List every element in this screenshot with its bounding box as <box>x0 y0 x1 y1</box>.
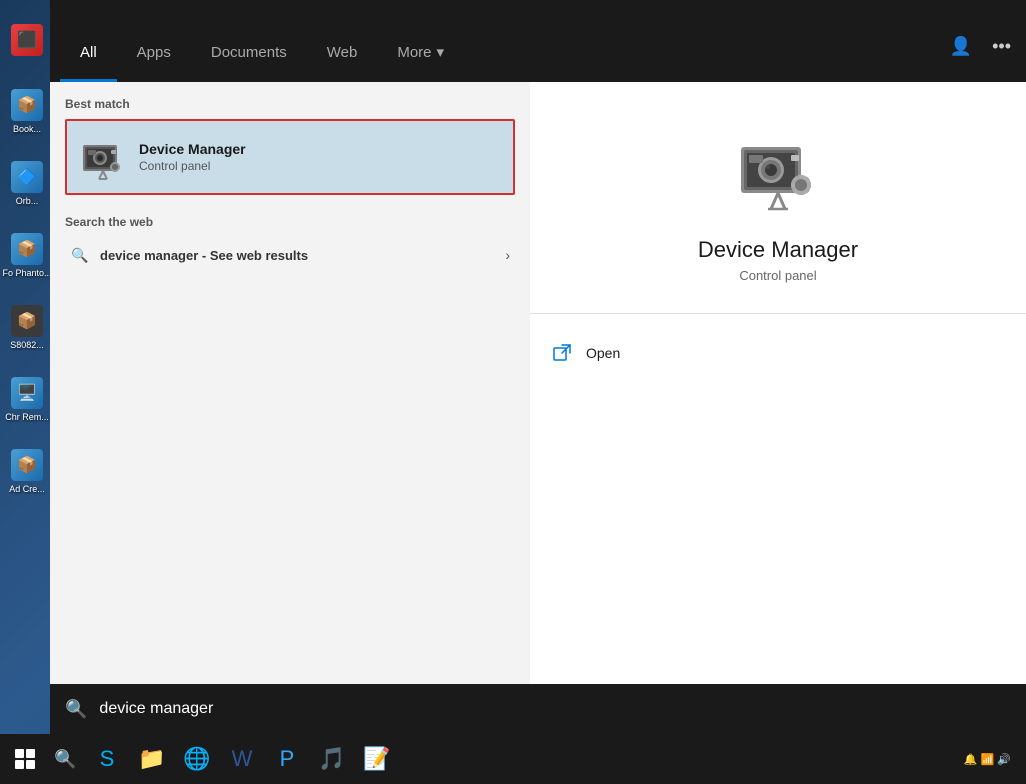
search-content: Best match <box>50 82 1026 734</box>
result-text: Device Manager Control panel <box>139 141 501 173</box>
device-manager-preview-icon <box>728 122 828 222</box>
more-options-button[interactable]: ••• <box>987 31 1016 62</box>
web-search-arrow-icon: › <box>505 247 510 263</box>
panel-divider <box>530 313 1026 314</box>
desktop-icon-5[interactable]: 🖥️ Chr Rem... <box>2 365 52 435</box>
right-panel: Device Manager Control panel Open <box>530 82 1026 734</box>
search-overlay: All Apps Documents Web More ▾ 👤 ••• <box>50 0 1026 734</box>
start-button[interactable] <box>5 739 45 779</box>
taskbar-itunes[interactable]: 🎵 <box>311 738 353 780</box>
open-label: Open <box>586 345 620 361</box>
desktop-icon-3[interactable]: 📦 Fo Phanto... <box>2 221 52 291</box>
desktop-icon-label-3: Fo Phanto... <box>2 268 51 279</box>
top-bar: All Apps Documents Web More ▾ 👤 ••• <box>50 0 1026 82</box>
device-manager-result[interactable]: Device Manager Control panel <box>65 119 515 195</box>
desktop-icon-4[interactable]: 📦 S8082... <box>2 293 52 363</box>
taskbar-time: 🔔 📶 🔊 <box>964 753 1011 766</box>
tab-documents[interactable]: Documents <box>191 34 307 82</box>
tab-more[interactable]: More ▾ <box>377 33 464 82</box>
open-icon <box>550 341 574 365</box>
taskbar-docs[interactable]: 📝 <box>356 738 398 780</box>
open-action[interactable]: Open <box>530 329 1026 377</box>
desktop-icon-1[interactable]: 📦 Book... <box>2 77 52 147</box>
desktop-icon-6[interactable]: 📦 Ad Cre... <box>2 437 52 507</box>
taskbar-search-button[interactable]: 🔍 <box>48 742 83 777</box>
search-bar: 🔍 <box>50 684 1026 734</box>
desktop-icon-2[interactable]: 🔷 Orb... <box>2 149 52 219</box>
taskbar-photoshop[interactable]: P <box>266 738 308 780</box>
taskbar: 🔍 S 📁 🌐 W P 🎵 📝 🔔 📶 🔊 <box>0 734 1026 784</box>
desktop-icon-label-6: Ad Cre... <box>9 484 45 495</box>
desktop-icon-label-5: Chr Rem... <box>5 412 49 423</box>
device-manager-icon-small <box>79 133 127 181</box>
taskbar-explorer[interactable]: 📁 <box>131 738 173 780</box>
desktop-icon-label-4: S8082... <box>10 340 44 351</box>
web-search-text: device manager - See web results <box>100 248 495 263</box>
search-bar-input[interactable] <box>99 700 1011 718</box>
user-button[interactable]: 👤 <box>945 31 977 62</box>
web-search-item[interactable]: 🔍 device manager - See web results › <box>65 237 515 273</box>
best-match-label: Best match <box>65 97 515 111</box>
user-icon: 👤 <box>950 36 972 56</box>
desktop-icons: ⬛ 📦 Book... 🔷 Orb... 📦 Fo Phanto... 📦 <box>0 0 55 734</box>
windows-icon <box>15 749 35 769</box>
desktop-icon-label-1: Book... <box>13 124 41 135</box>
app-preview-title: Device Manager <box>698 237 858 263</box>
left-panel: Best match <box>50 82 530 734</box>
search-bar-icon: 🔍 <box>65 699 87 720</box>
result-app-subtitle: Control panel <box>139 159 501 173</box>
desktop-icon-conveye[interactable]: ⬛ <box>2 5 52 75</box>
web-search-section: Search the web 🔍 device manager - See we… <box>50 200 530 278</box>
ellipsis-icon: ••• <box>992 36 1011 56</box>
search-small-icon: 🔍 <box>70 245 90 265</box>
taskbar-right-area: 🔔 📶 🔊 <box>964 753 1021 766</box>
desktop: ⬛ 📦 Book... 🔷 Orb... 📦 Fo Phanto... 📦 <box>0 0 1026 784</box>
more-arrow-icon: ▾ <box>437 43 445 61</box>
tab-all[interactable]: All <box>60 34 117 82</box>
tab-apps[interactable]: Apps <box>117 34 191 82</box>
desktop-icon-label-2: Orb... <box>16 196 39 207</box>
web-search-label: Search the web <box>65 215 515 229</box>
best-match-section: Best match <box>50 82 530 200</box>
topbar-right: 👤 ••• <box>945 31 1016 82</box>
taskbar-chrome[interactable]: 🌐 <box>176 738 218 780</box>
tab-web[interactable]: Web <box>307 34 378 82</box>
taskbar-word[interactable]: W <box>221 738 263 780</box>
taskbar-skype[interactable]: S <box>86 738 128 780</box>
app-preview-subtitle: Control panel <box>739 268 816 283</box>
result-app-name: Device Manager <box>139 141 501 157</box>
